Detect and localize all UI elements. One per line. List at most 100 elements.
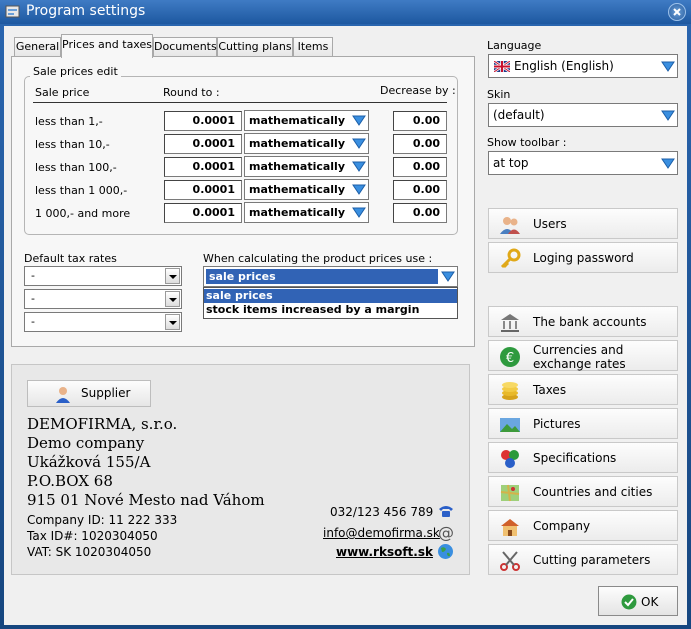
sale-prices-group-title: Sale prices edit [30,65,121,78]
tab-items[interactable]: Items [293,37,333,57]
supplier-button[interactable]: Supplier [27,380,151,407]
ok-button[interactable]: OK [598,586,678,616]
pictures-button[interactable]: Pictures [488,408,678,439]
tab-documents[interactable]: Documents [153,37,217,57]
tab-general[interactable]: General [14,37,61,57]
program-settings-window: Program settings General Prices and taxe… [0,0,691,629]
tax-rate-select-1[interactable]: - [24,266,182,286]
show-toolbar-select[interactable]: at top [488,151,678,175]
default-tax-rates-label: Default tax rates [24,252,117,265]
scissors-icon [500,551,520,571]
svg-text:@: @ [438,523,454,541]
rounding-method-value: mathematically [249,160,346,173]
users-button[interactable]: Users [488,208,678,239]
decrease-by-input[interactable]: 0.00 [393,134,447,154]
taxes-button-label: Taxes [533,383,567,397]
map-icon [500,484,520,502]
chevron-down-icon [165,291,180,307]
rounding-method-select[interactable]: mathematically [244,133,369,154]
price-calc-label: When calculating the product prices use … [203,252,433,265]
skin-select[interactable]: (default) [488,103,678,127]
title-bar[interactable]: Program settings [0,0,691,24]
decrease-by-input[interactable]: 0.00 [393,180,447,200]
phone-icon [439,506,453,517]
uk-flag-icon [494,61,510,72]
chevron-down-icon [352,160,366,173]
show-toolbar-label: Show toolbar : [487,136,567,149]
language-select[interactable]: English (English) [488,54,678,78]
svg-text:€: € [506,351,514,366]
skin-value: (default) [493,108,545,122]
tab-prices-and-taxes[interactable]: Prices and taxes [61,34,153,58]
show-toolbar-value: at top [493,156,529,170]
rounding-method-select[interactable]: mathematically [244,110,369,131]
row-label: less than 100,- [35,161,117,174]
specifications-button[interactable]: Specifications [488,442,678,473]
euro-icon: € [500,347,520,367]
close-icon [673,8,681,16]
chevron-down-icon [352,183,366,196]
rounding-method-value: mathematically [249,137,346,150]
price-calc-dropdown-list: sale prices stock items increased by a m… [203,287,458,319]
language-value: English (English) [514,59,614,73]
chevron-down-icon [352,114,366,127]
language-label: Language [487,39,542,52]
round-to-input[interactable]: 0.0001 [164,111,242,131]
supplier-email-link[interactable]: info@demofirma.sk [323,526,440,540]
decrease-by-input[interactable]: 0.00 [393,111,447,131]
chevron-down-icon [165,268,180,284]
tax-rate-value: - [31,269,35,282]
ok-button-label: OK [641,595,659,609]
skin-label: Skin [487,88,511,101]
dropdown-option-sale-prices[interactable]: sale prices [204,289,457,303]
bank-accounts-button[interactable]: The bank accounts [488,306,678,337]
person-icon [56,387,70,403]
cutting-parameters-button[interactable]: Cutting parameters [488,544,678,575]
tax-rate-select-3[interactable]: - [24,312,182,332]
rounding-method-select[interactable]: mathematically [244,202,369,223]
login-password-button[interactable]: Loging password [488,242,678,273]
round-to-input[interactable]: 0.0001 [164,157,242,177]
decrease-by-input[interactable]: 0.00 [393,203,447,223]
round-to-input[interactable]: 0.0001 [164,203,242,223]
tax-rate-value: - [31,315,35,328]
col-header-sale-price: Sale price [35,86,90,99]
supplier-web-link[interactable]: www.rksoft.sk [336,545,433,559]
login-password-button-label: Loging password [533,251,634,265]
rounding-method-select[interactable]: mathematically [244,179,369,200]
pictures-button-label: Pictures [533,417,581,431]
supplier-phone: 032/123 456 789 [330,505,434,519]
coins-icon [502,382,518,400]
row-label: less than 1 000,- [35,184,128,197]
chevron-down-icon [661,157,675,170]
row-label: less than 1,- [35,115,103,128]
picture-icon [500,418,520,432]
supplier-street: Ukážková 155/A [27,453,151,471]
countries-and-cities-button[interactable]: Countries and cities [488,476,678,507]
tab-cutting-plans[interactable]: Cutting plans [217,37,293,57]
taxes-button[interactable]: Taxes [488,374,678,405]
row-label: less than 10,- [35,138,110,151]
chevron-down-icon [165,314,180,330]
tax-rate-value: - [31,292,35,305]
supplier-pobox: P.O.BOX 68 [27,472,113,490]
rounding-method-value: mathematically [249,114,346,127]
currencies-button[interactable]: € Currencies and exchange rates [488,340,678,371]
round-to-input[interactable]: 0.0001 [164,180,242,200]
rounding-method-select[interactable]: mathematically [244,156,369,177]
dropdown-option-margin[interactable]: stock items increased by a margin [204,303,457,317]
price-calc-select[interactable]: sale prices [203,266,458,287]
round-to-input[interactable]: 0.0001 [164,134,242,154]
close-button[interactable] [668,3,686,21]
bank-icon [501,314,519,332]
rounding-method-value: mathematically [249,183,346,196]
tax-rate-select-2[interactable]: - [24,289,182,309]
decrease-by-input[interactable]: 0.00 [393,157,447,177]
supplier-name-2: Demo company [27,434,145,452]
globe-icon [438,544,453,559]
bank-accounts-button-label: The bank accounts [533,315,647,329]
check-circle-icon [621,594,637,610]
company-button[interactable]: Company [488,510,678,541]
building-icon [501,519,519,536]
at-sign-icon: @ [438,523,454,541]
